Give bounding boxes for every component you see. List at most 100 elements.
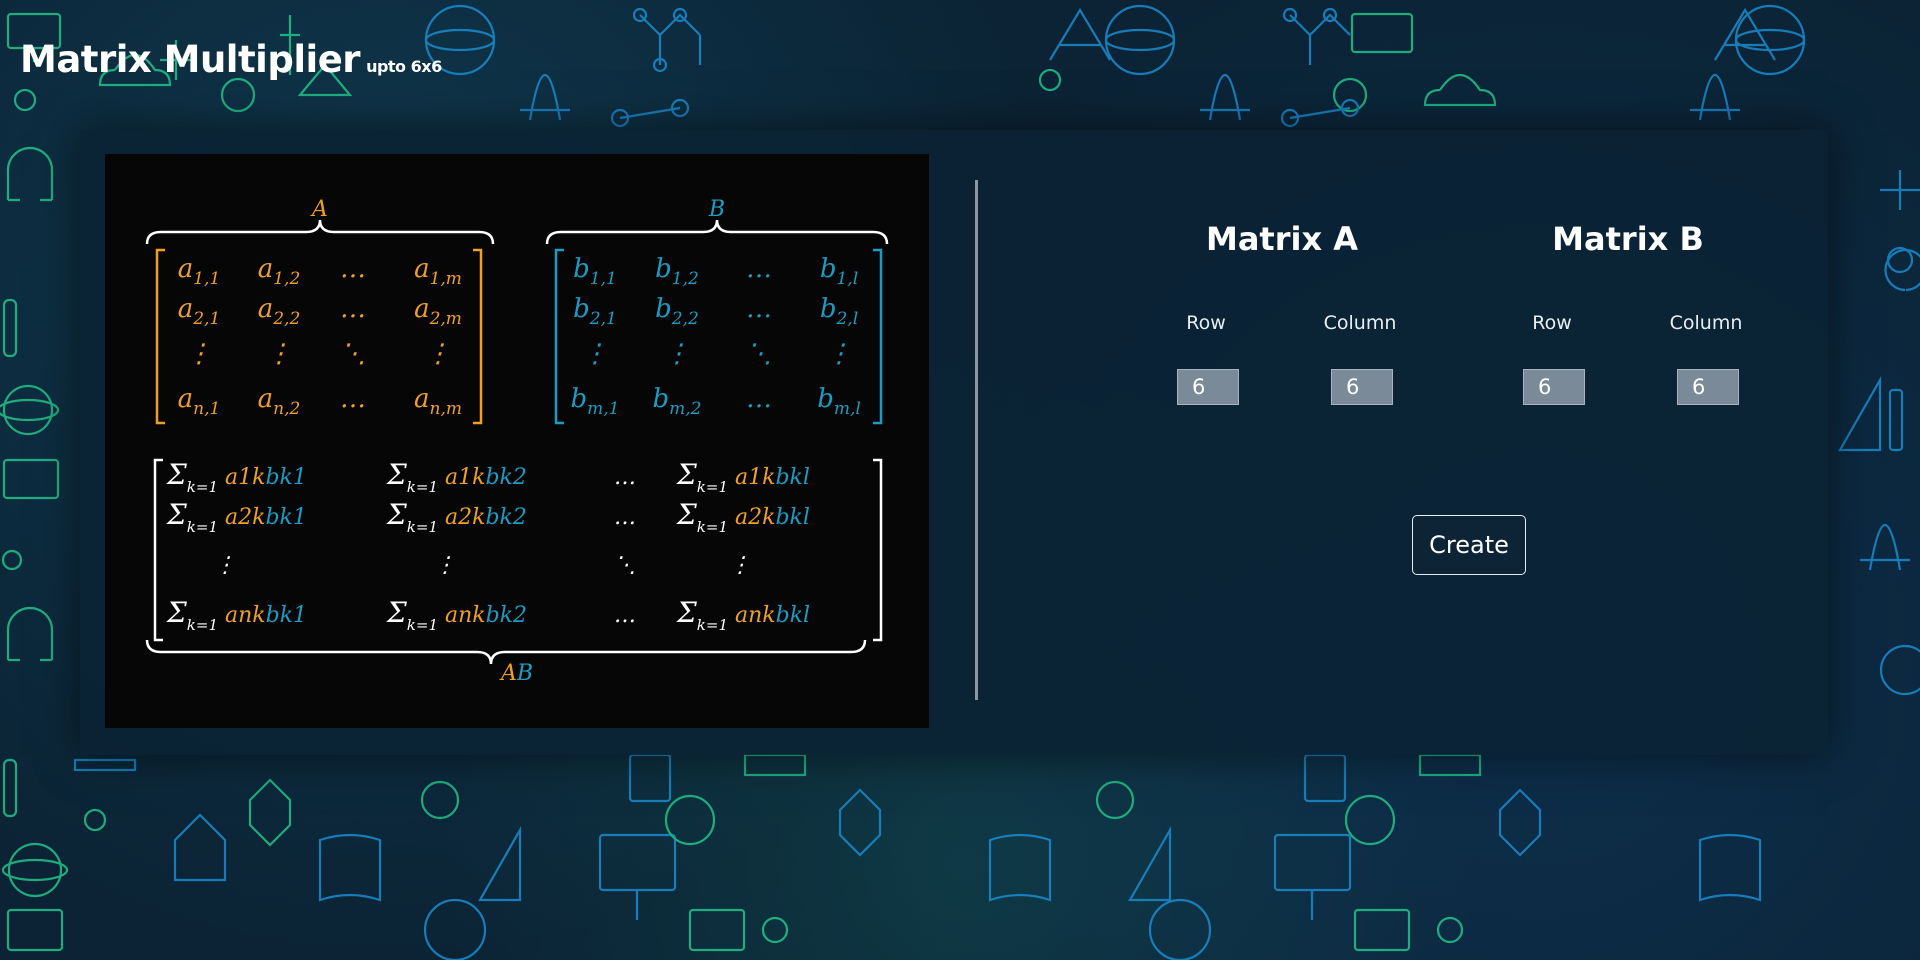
product-left-bracket — [153, 458, 163, 642]
molecule-icon — [639, 13, 702, 65]
magnet-icon — [6, 606, 54, 662]
hexagon-icon — [248, 778, 292, 847]
matrix-cell: a2,m — [414, 294, 462, 329]
product-cell: Σk=1 ankbk1 — [166, 596, 307, 634]
product-cell: … — [614, 465, 636, 490]
matrix-b-right-bracket — [873, 248, 883, 425]
matrix-cell: … — [746, 254, 772, 284]
matrix-cell: b1,l — [820, 254, 858, 289]
atom-icon — [664, 794, 716, 846]
matrix-cell: b1,2 — [655, 254, 699, 289]
matrix-a-heading: Matrix A — [1205, 220, 1359, 258]
calculator-icon — [628, 753, 672, 803]
matrix-a-column-input[interactable] — [1331, 369, 1393, 405]
hexagon-icon — [838, 788, 882, 857]
product-cell: Σk=1 a2kbk2 — [386, 498, 527, 536]
matrix-cell: bm,l — [817, 384, 861, 419]
vertical-divider — [975, 180, 978, 700]
monitor-icon — [1273, 833, 1352, 892]
formula-illustration: A B a1,1 a1,2 … a1,m a2,1 a2,2 … a2,m ⋮ ⋮ ⋱ ⋮ an,1 an… — [105, 154, 929, 728]
product-cell: Σk=1 a1kbk2 — [386, 458, 527, 496]
matrix-a-row-input[interactable] — [1177, 369, 1239, 405]
chalkboard-icon — [1350, 12, 1414, 54]
lightbulb-icon — [420, 780, 460, 820]
atom-icon — [2, 384, 54, 436]
matrix-b-entries: b1,1 b1,2 … b1,l b2,1 b2,2 … b2,l ⋮ ⋮ ⋱ ⋮ bm,1 bm,2 … b… — [571, 254, 861, 419]
matrix-b-heading: Matrix B — [1552, 220, 1704, 258]
brace-a — [145, 219, 495, 245]
sphere-icon — [423, 898, 487, 960]
matrix-cell: … — [340, 384, 366, 414]
label-ab: AB — [499, 661, 533, 686]
matrix-a-entries: a1,1 a1,2 … a1,m a2,1 a2,2 … a2,m ⋮ ⋮ ⋱ ⋮ an,1 an,2 … a… — [178, 254, 462, 419]
matrix-cell: … — [746, 294, 772, 324]
matrix-b-row-input[interactable] — [1523, 369, 1585, 405]
cloud-icon — [1423, 73, 1497, 107]
compass-icon — [1049, 7, 1111, 61]
circle-icon — [13, 88, 37, 112]
product-cell: ⋮ — [729, 553, 751, 578]
book-icon — [318, 833, 382, 902]
chalkboard-icon — [2, 458, 60, 500]
lightbulb-icon — [1095, 780, 1135, 820]
matrix-cell: an,1 — [178, 384, 221, 419]
matrix-cell: … — [340, 254, 366, 284]
matrix-cell: a1,m — [414, 254, 462, 289]
product-entries: Σk=1 a1kbk1 Σk=1 a1kbk2… Σk=1 a1kbklΣk=1 a… — [166, 458, 810, 634]
page-title: Matrix Multiplier upto 6x6 — [20, 38, 442, 81]
matrix-a-row-label: Row — [1186, 312, 1226, 334]
matrix-b-column-label: Column — [1669, 312, 1743, 334]
pencil-icon — [1888, 388, 1904, 452]
chalkboard-icon — [6, 908, 64, 952]
matrix-cell: b1,1 — [573, 254, 617, 289]
matrix-cell: … — [746, 384, 772, 414]
matrix-cell: ⋮ — [425, 339, 451, 369]
matrix-a-column-label: Column — [1323, 312, 1397, 334]
matrix-cell: b2,l — [820, 294, 858, 329]
book-icon — [988, 833, 1052, 902]
matrix-b-row-label: Row — [1532, 312, 1572, 334]
matrix-cell: an,m — [414, 384, 462, 419]
matrix-cell: ⋮ — [664, 339, 690, 369]
test-tube-icon — [2, 298, 18, 358]
matrix-cell: an,2 — [258, 384, 301, 419]
product-cell: Σk=1 a2kbkl — [676, 498, 810, 536]
matrix-cell: bm,2 — [653, 384, 702, 419]
product-cell: Σk=1 a1kbk1 — [166, 458, 307, 496]
matrix-cell: … — [340, 294, 366, 324]
product-cell: ⋮ — [434, 553, 456, 578]
magnet-icon — [6, 146, 54, 202]
test-tube-icon — [2, 758, 18, 818]
atom-icon — [1344, 794, 1396, 846]
molecule-icon — [1289, 13, 1351, 65]
matrix-cell: a1,2 — [258, 254, 301, 289]
product-cell: Σk=1 a2kbk1 — [166, 498, 307, 536]
matrix-cell: ⋱ — [746, 339, 772, 369]
matrix-cell: ⋮ — [826, 339, 852, 369]
product-right-bracket — [873, 458, 883, 642]
gear-icon — [1332, 77, 1368, 113]
matrix-cell: b2,1 — [573, 294, 617, 329]
matrix-cell: a2,1 — [178, 294, 221, 329]
create-button[interactable]: Create — [1412, 515, 1526, 575]
product-cell: ⋮ — [214, 553, 236, 578]
matrix-b-column-input[interactable] — [1677, 369, 1739, 405]
matrix-a-right-bracket — [473, 248, 483, 425]
label-b: B — [708, 197, 725, 222]
notepad-icon — [173, 813, 227, 882]
atom-icon — [7, 842, 63, 898]
sphere-icon — [1734, 4, 1806, 76]
product-cell: Σk=1 ankbkl — [676, 596, 810, 634]
page-subtitle: upto 6x6 — [366, 57, 442, 76]
gear-icon — [220, 77, 256, 113]
calculator-icon — [1303, 753, 1347, 803]
chalkboard-icon — [1353, 908, 1411, 952]
parabola-icon — [1200, 73, 1250, 121]
set-square-icon — [1838, 375, 1882, 452]
product-cell: Σk=1 a1kbkl — [676, 458, 810, 496]
brace-b — [545, 219, 889, 245]
book-icon — [1698, 833, 1762, 902]
matrix-cell: bm,1 — [571, 384, 620, 419]
hexagon-icon — [1498, 788, 1542, 857]
matrix-b-left-bracket — [554, 248, 564, 425]
